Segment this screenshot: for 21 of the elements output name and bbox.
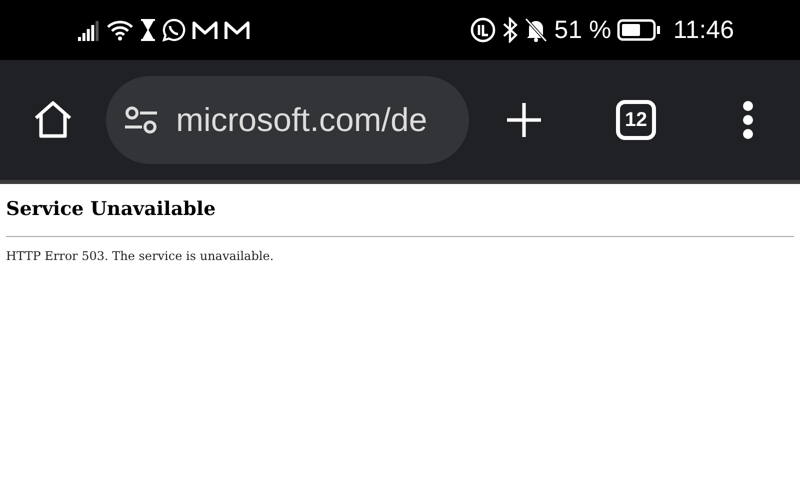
signal-icon	[78, 19, 100, 41]
address-bar[interactable]: microsoft.com/de	[106, 76, 469, 164]
mail-icon	[192, 19, 218, 41]
tab-count-button[interactable]: 12	[616, 100, 656, 140]
bluetooth-icon	[502, 17, 518, 43]
bell-off-icon	[524, 17, 548, 43]
site-settings-icon[interactable]	[124, 106, 158, 134]
home-button[interactable]	[32, 99, 74, 141]
data-saver-icon	[470, 17, 496, 43]
wifi-icon	[106, 19, 134, 41]
new-tab-button[interactable]	[505, 101, 543, 139]
error-message: HTTP Error 503. The service is unavailable.	[6, 249, 275, 263]
mail-icon	[224, 19, 250, 41]
menu-button[interactable]	[742, 100, 754, 140]
url-text: microsoft.com/de	[176, 101, 428, 139]
hourglass-icon	[140, 19, 156, 41]
clock-time: 11:46	[673, 16, 734, 44]
chat-icon	[162, 18, 186, 42]
page-heading: Service Unavailable	[6, 198, 217, 220]
battery-percent: 51 %	[554, 16, 612, 44]
battery-icon	[617, 19, 662, 41]
